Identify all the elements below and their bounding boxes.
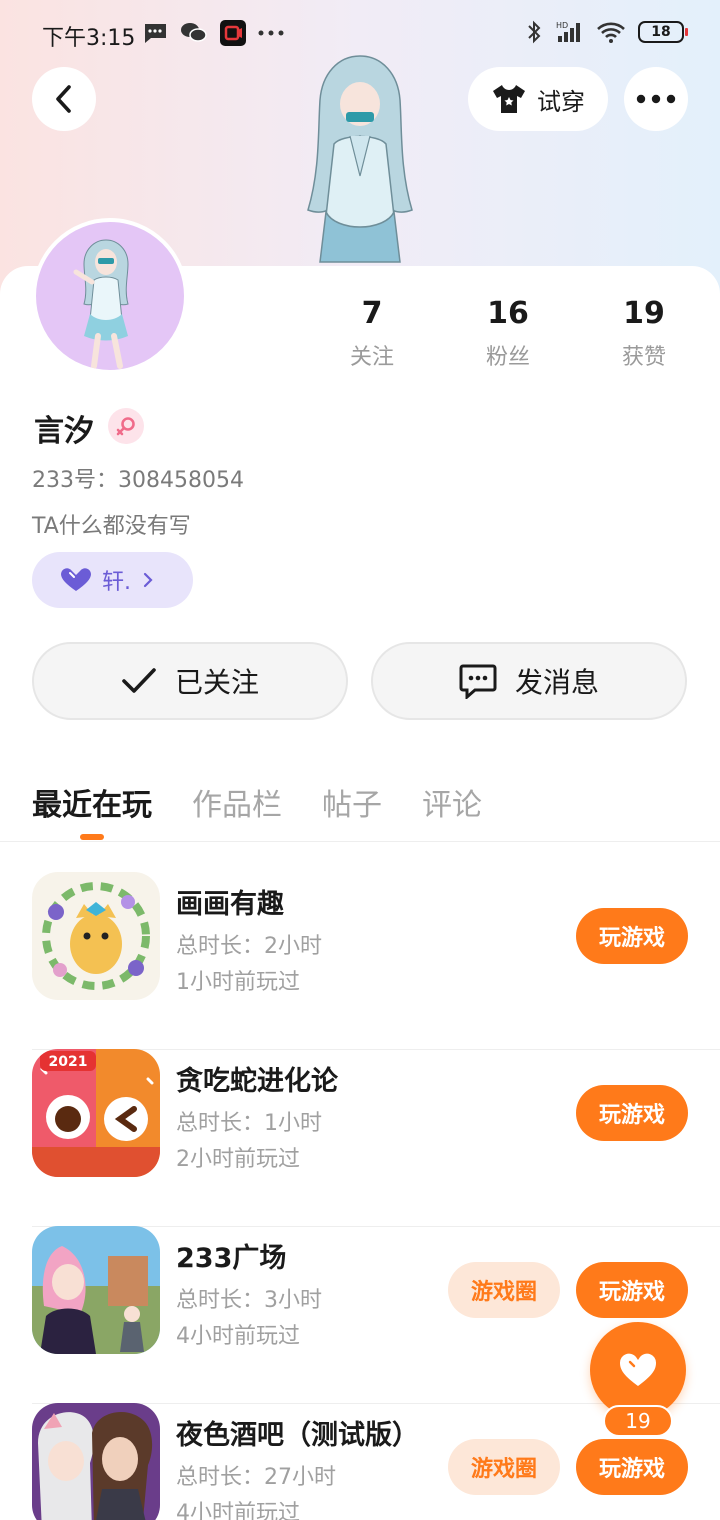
stat-likes[interactable]: 19 获赞	[594, 296, 694, 371]
stat-value: 7	[361, 296, 383, 331]
app-icon	[220, 20, 246, 46]
try-on-label: 试穿	[537, 87, 585, 116]
play-game-button[interactable]: 玩游戏	[576, 908, 688, 964]
female-icon	[116, 417, 135, 436]
heart-icon	[619, 1353, 657, 1386]
game-badge-year: 2021	[49, 1054, 88, 1070]
tab-recently-played[interactable]: 最近在玩	[32, 780, 152, 824]
like-button[interactable]	[590, 1322, 686, 1418]
game-icon-plaza	[32, 1226, 160, 1354]
game-name: 画画有趣	[176, 889, 284, 920]
try-on-button[interactable]: 试穿	[468, 67, 608, 131]
game-last-played: 1小时前玩过	[176, 970, 300, 995]
game-icon-snake: 2021	[32, 1049, 160, 1177]
game-duration: 总时长：3小时	[176, 1288, 322, 1313]
stat-value: 16	[487, 296, 529, 331]
send-message-button[interactable]: 发消息	[371, 642, 687, 720]
heart-icon	[61, 568, 91, 591]
stat-label: 获赞	[621, 345, 666, 370]
avatar-figure	[73, 239, 129, 369]
user-id: 233号：308458054	[32, 468, 244, 493]
battery-icon: 18	[638, 21, 688, 43]
send-message-label: 发消息	[514, 666, 599, 699]
more-dots-icon	[258, 30, 284, 36]
tab-comments[interactable]: 评论	[422, 780, 482, 824]
game-name: 贪吃蛇进化论	[176, 1066, 338, 1097]
relationship-tag-chip[interactable]: 轩.	[32, 552, 193, 608]
checkmark-icon	[122, 668, 156, 693]
game-duration: 总时长：2小时	[176, 934, 322, 959]
game-icon-night-bar	[32, 1403, 160, 1520]
back-button[interactable]	[32, 67, 96, 131]
tag-label: 轩.	[102, 570, 131, 595]
play-game-button[interactable]: 玩游戏	[576, 1439, 688, 1495]
chevron-right-icon	[143, 572, 153, 588]
game-last-played: 2小时前玩过	[176, 1147, 300, 1172]
active-tab-indicator	[80, 834, 104, 840]
more-horizontal-icon	[636, 94, 676, 104]
profile-tabs: 最近在玩 作品栏 帖子 评论	[0, 770, 720, 842]
game-circle-button[interactable]: 游戏圈	[448, 1262, 560, 1318]
status-time: 下午3:15	[42, 26, 136, 51]
game-circle-button[interactable]: 游戏圈	[448, 1439, 560, 1495]
game-duration: 总时长：1小时	[176, 1111, 322, 1136]
stat-label: 关注	[349, 345, 394, 370]
username: 言汐	[34, 414, 94, 449]
user-bio: TA什么都没有写	[32, 514, 191, 539]
tshirt-icon	[493, 85, 525, 113]
game-list-item[interactable]: 画画有趣 总时长：2小时 1小时前玩过 玩游戏	[32, 872, 720, 1050]
chevron-left-icon	[56, 85, 71, 113]
game-duration: 总时长：27小时	[176, 1465, 336, 1490]
tab-works[interactable]: 作品栏	[192, 780, 282, 824]
more-options-button[interactable]	[624, 67, 688, 131]
svg-text:HD: HD	[556, 21, 568, 30]
message-icon	[144, 24, 166, 43]
tab-posts[interactable]: 帖子	[322, 780, 382, 824]
wechat-icon	[181, 23, 207, 42]
stat-value: 19	[623, 296, 665, 331]
gender-female-badge	[108, 408, 144, 444]
bluetooth-icon	[528, 20, 541, 44]
game-name: 夜色酒吧（测试版）	[176, 1420, 419, 1451]
followed-label: 已关注	[174, 666, 259, 699]
avatar[interactable]	[32, 218, 188, 374]
avatar-3d-figure[interactable]	[290, 52, 430, 268]
game-name: 233广场	[176, 1243, 287, 1274]
stat-followers[interactable]: 16 粉丝	[458, 296, 558, 371]
followed-button[interactable]: 已关注	[32, 642, 348, 720]
play-game-button[interactable]: 玩游戏	[576, 1262, 688, 1318]
signal-icon: HD	[556, 21, 580, 42]
play-game-button[interactable]: 玩游戏	[576, 1085, 688, 1141]
chat-bubble-icon	[459, 664, 497, 699]
stat-following[interactable]: 7 关注	[322, 296, 422, 371]
game-last-played: 4小时前玩过	[176, 1501, 300, 1520]
like-count-badge: 19	[603, 1405, 673, 1437]
stat-label: 粉丝	[485, 345, 530, 370]
game-list-item[interactable]: 2021 贪吃蛇进化论 总时长：1小时 2小时前玩过 玩游戏	[32, 1049, 720, 1227]
battery-level: 18	[651, 24, 671, 40]
wifi-icon	[597, 22, 625, 43]
game-icon-drawing	[32, 872, 160, 1000]
game-last-played: 4小时前玩过	[176, 1324, 300, 1349]
